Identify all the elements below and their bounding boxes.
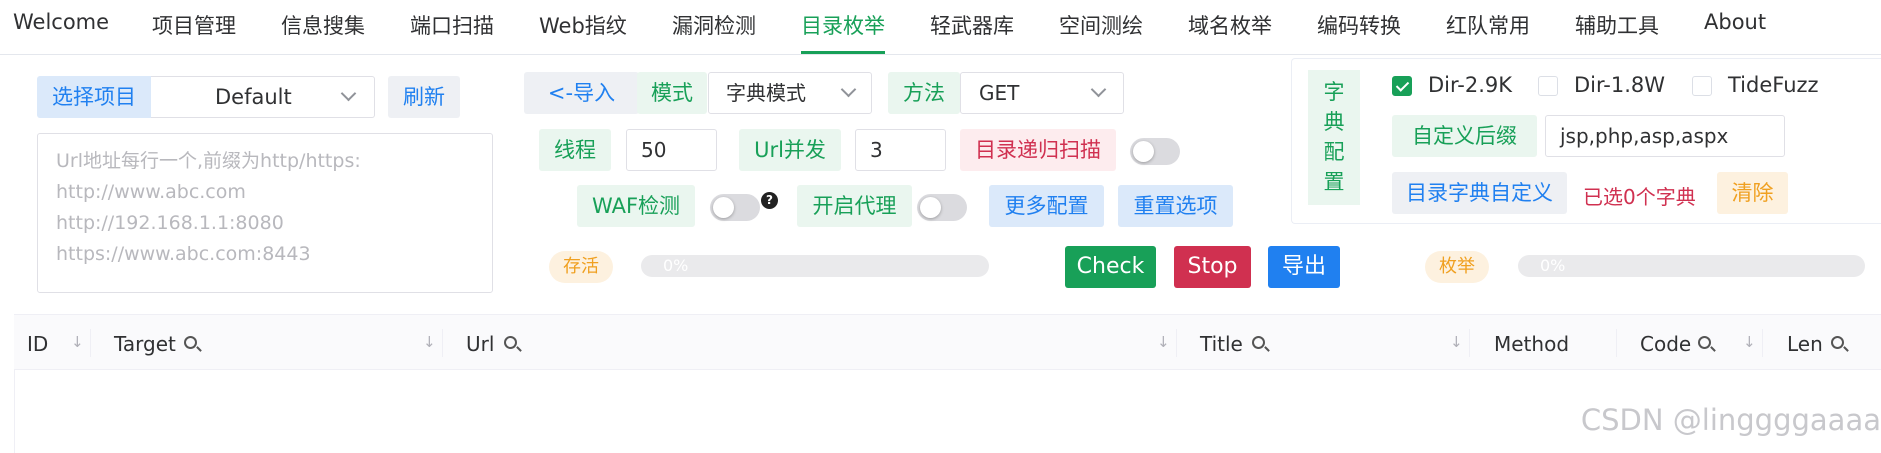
nav-active-indicator [801, 51, 885, 54]
stop-button[interactable]: Stop [1174, 246, 1251, 288]
recursive-scan-toggle[interactable] [1130, 138, 1180, 165]
dict-title-char: 配 [1323, 140, 1345, 164]
column-header-title[interactable]: Title [1200, 332, 1243, 356]
waf-label: WAF检测 [577, 185, 695, 227]
method-select[interactable]: GET [960, 72, 1124, 114]
more-config-button[interactable]: 更多配置 [989, 185, 1104, 227]
reset-options-button[interactable]: 重置选项 [1118, 185, 1233, 227]
column-divider [1469, 329, 1470, 357]
nav-item-webfinger[interactable]: Web指纹 [539, 10, 627, 40]
import-button[interactable]: <-导入 [524, 72, 639, 114]
column-header-len[interactable]: Len [1787, 332, 1823, 356]
concurrency-label: Url并发 [739, 129, 841, 171]
project-select[interactable]: Default [151, 76, 375, 118]
url-placeholder-line: Url地址每行一个,前缀为http/https: [56, 150, 361, 172]
nav-item-encode[interactable]: 编码转换 [1317, 10, 1401, 40]
sort-icon[interactable]: ↓ [1743, 333, 1756, 351]
nav-item-welcome[interactable]: Welcome [13, 10, 109, 34]
sort-icon[interactable]: ↓ [71, 333, 84, 351]
alive-tag: 存活 [549, 251, 613, 283]
nav-item-domain[interactable]: 域名枚举 [1188, 10, 1272, 40]
nav-item-project[interactable]: 项目管理 [152, 10, 236, 40]
sort-icon[interactable]: ↓ [1157, 333, 1170, 351]
results-table-header: ID ↓ Target ↓ Url ↓ Title ↓ Method Code … [14, 314, 1881, 370]
search-icon[interactable] [504, 336, 517, 349]
search-icon[interactable] [1252, 336, 1265, 349]
recursive-scan-label: 目录递归扫描 [960, 129, 1116, 171]
chevron-down-icon [840, 81, 857, 98]
nav-item-arsenal[interactable]: 轻武器库 [930, 10, 1014, 40]
url-placeholder-line: http://192.168.1.1:8080 [56, 212, 284, 234]
column-divider [1762, 329, 1763, 357]
custom-suffix-label: 自定义后缀 [1392, 115, 1537, 157]
column-header-target[interactable]: Target [114, 332, 176, 356]
dict-checkbox-dir-2.9k[interactable] [1392, 76, 1412, 96]
selected-dict-count: 已选0个字典 [1583, 185, 1696, 209]
url-placeholder-line: https://www.abc.com:8443 [56, 243, 311, 265]
custom-dict-button[interactable]: 目录字典自定义 [1392, 172, 1567, 214]
nav-item-portscan[interactable]: 端口扫描 [410, 10, 494, 40]
mode-label: 模式 [637, 72, 707, 114]
chevron-down-icon [340, 85, 357, 102]
chevron-down-icon [1090, 81, 1107, 98]
column-divider [1176, 329, 1177, 357]
method-select-value: GET [979, 81, 1020, 105]
waf-toggle[interactable] [710, 194, 760, 221]
dict-option-label: Dir-2.9K [1428, 73, 1513, 97]
export-button[interactable]: 导出 [1268, 246, 1340, 288]
alive-progress: 0% [641, 255, 989, 277]
project-select-value: Default [215, 85, 292, 109]
concurrency-input[interactable]: 3 [855, 129, 946, 171]
dict-title-char: 典 [1323, 110, 1345, 134]
nav-item-about[interactable]: About [1704, 10, 1766, 34]
column-divider [442, 329, 443, 357]
nav-item-dirscan[interactable]: 目录枚举 [801, 10, 885, 40]
dict-option-label: Dir-1.8W [1574, 73, 1666, 97]
column-divider [90, 329, 91, 357]
nav-item-tools[interactable]: 辅助工具 [1575, 10, 1659, 40]
dict-checkbox-dir-1.8w[interactable] [1538, 76, 1558, 96]
refresh-button[interactable]: 刷新 [388, 76, 460, 118]
mode-select[interactable]: 字典模式 [708, 72, 872, 114]
nav-item-space[interactable]: 空间测绘 [1059, 10, 1143, 40]
top-nav: Welcome 项目管理 信息搜集 端口扫描 Web指纹 漏洞检测 目录枚举 轻… [0, 0, 1881, 55]
nav-item-vuln[interactable]: 漏洞检测 [672, 10, 756, 40]
url-placeholder-line: http://www.abc.com [56, 181, 246, 203]
column-header-id[interactable]: ID [27, 332, 48, 356]
project-select-label: 选择项目 [37, 76, 151, 118]
dict-option-label: TideFuzz [1728, 73, 1819, 97]
help-icon[interactable]: ? [761, 192, 778, 209]
column-divider [1616, 329, 1617, 357]
search-icon[interactable] [1831, 336, 1844, 349]
sort-icon[interactable]: ↓ [423, 333, 436, 351]
column-header-url[interactable]: Url [466, 332, 494, 356]
url-textarea[interactable]: Url地址每行一个,前缀为http/https: http://www.abc.… [37, 133, 493, 293]
clear-button[interactable]: 清除 [1717, 172, 1788, 214]
check-button[interactable]: Check [1065, 246, 1156, 288]
nav-item-info[interactable]: 信息搜集 [281, 10, 365, 40]
column-header-code[interactable]: Code [1640, 332, 1691, 356]
dict-title-char: 字 [1323, 80, 1345, 104]
dict-config-title: 字 典 配 置 [1308, 70, 1360, 205]
method-label: 方法 [888, 72, 960, 114]
threads-input[interactable]: 50 [626, 129, 717, 171]
custom-suffix-input[interactable]: jsp,php,asp,aspx [1545, 115, 1785, 157]
enum-tag: 枚举 [1425, 251, 1489, 283]
dict-checkbox-tidefuzz[interactable] [1692, 76, 1712, 96]
proxy-toggle[interactable] [917, 194, 967, 221]
enum-progress: 0% [1518, 255, 1865, 277]
search-icon[interactable] [1698, 336, 1711, 349]
dict-title-char: 置 [1323, 170, 1345, 194]
threads-label: 线程 [539, 129, 611, 171]
search-icon[interactable] [184, 336, 197, 349]
column-header-method[interactable]: Method [1494, 332, 1569, 356]
sort-icon[interactable]: ↓ [1450, 333, 1463, 351]
nav-item-redteam[interactable]: 红队常用 [1446, 10, 1530, 40]
mode-select-value: 字典模式 [726, 81, 806, 105]
proxy-label: 开启代理 [797, 185, 912, 227]
watermark-text: CSDN @linggggaaaa [1580, 403, 1881, 437]
